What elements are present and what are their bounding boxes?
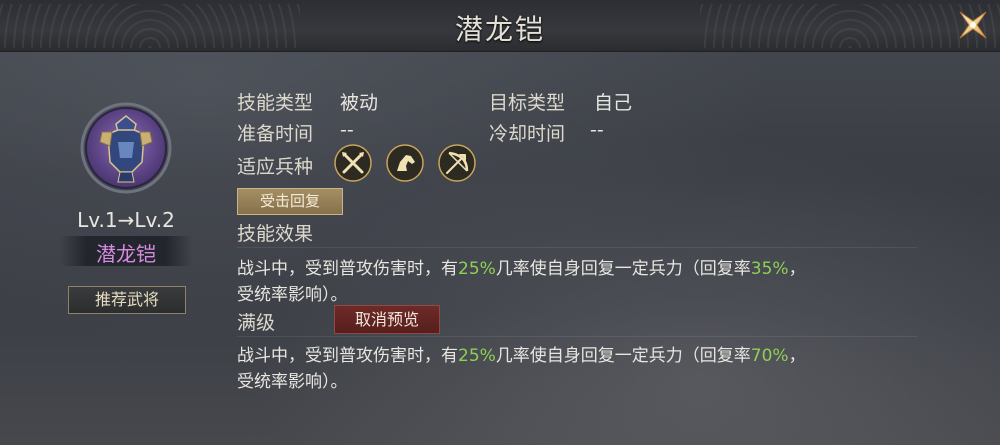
horse-head-icon	[386, 144, 424, 182]
skill-type-value: 被动	[340, 92, 379, 114]
page-title: 潜龙铠	[454, 13, 545, 46]
armor-portrait[interactable]	[80, 102, 172, 194]
bow-arrow-icon	[438, 144, 476, 182]
max-level-description: 战斗中，受到普攻伤害时，有25%几率使自身回复一定兵力（回复率70%， 受统率影…	[237, 343, 937, 395]
effect-desc-line-1: 战斗中，受到普攻伤害时，有25%几率使自身回复一定兵力（回复率35%，	[237, 259, 806, 279]
close-button[interactable]	[954, 6, 992, 44]
skill-effect-title: 技能效果	[237, 223, 314, 245]
crossed-spears-icon	[334, 144, 372, 182]
close-x-icon	[959, 11, 987, 39]
skill-effect-description: 战斗中，受到普攻伤害时，有25%几率使自身回复一定兵力（回复率35%， 受统率影…	[237, 256, 937, 308]
divider	[237, 247, 917, 248]
max-desc-line-1: 战斗中，受到普攻伤害时，有25%几率使自身回复一定兵力（回复率70%，	[237, 346, 806, 366]
level-text: Lv.1→Lv.2	[77, 208, 175, 232]
troop-type-label: 适应兵种	[237, 156, 314, 178]
max-level-title: 满级	[237, 312, 276, 334]
target-type-label: 目标类型	[489, 92, 566, 114]
cancel-preview-button[interactable]: 取消预览	[334, 305, 440, 334]
armor-icon	[80, 102, 172, 194]
cooldown-label: 冷却时间	[489, 123, 566, 145]
target-type-value: 自己	[594, 92, 633, 114]
cooldown-value: --	[590, 119, 604, 141]
max-desc-line-2: 受统率影响）。	[237, 372, 348, 392]
divider	[237, 336, 917, 337]
hit-recovery-tag[interactable]: 受击回复	[237, 188, 343, 215]
item-name: 潜龙铠	[96, 242, 156, 266]
prep-time-label: 准备时间	[237, 123, 314, 145]
recommend-general-button[interactable]: 推荐武将	[68, 286, 186, 314]
prep-time-value: --	[340, 119, 354, 141]
skill-type-label: 技能类型	[237, 92, 314, 114]
